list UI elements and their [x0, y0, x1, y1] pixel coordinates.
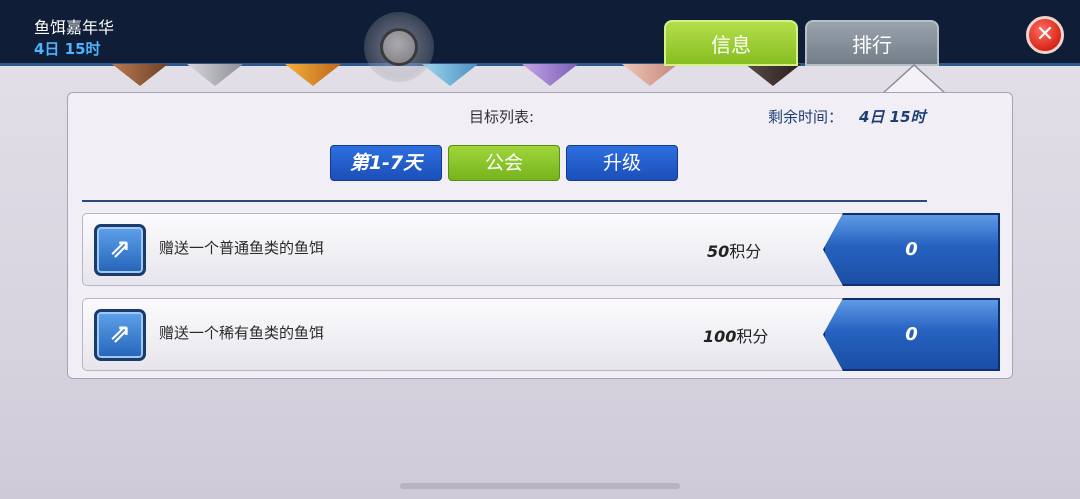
bait-item-thumbnail — [622, 64, 678, 86]
share-icon: ⇗ — [109, 319, 131, 349]
virtual-joystick[interactable] — [364, 12, 434, 82]
close-x-icon: ✕ — [1035, 22, 1055, 47]
joystick-knob[interactable] — [380, 28, 418, 66]
task-points-unit: 积分 — [729, 242, 762, 261]
tab-pointer-arrow-fill — [883, 66, 945, 94]
task-description: 赠送一个稀有鱼类的鱼饵 — [159, 324, 325, 342]
home-indicator-bar[interactable] — [400, 483, 680, 489]
task-row: ⇗ 赠送一个普通鱼类的鱼饵 50积分 0 — [82, 213, 1000, 286]
bait-item-thumbnail — [522, 64, 578, 86]
task-progress-button[interactable]: 0 — [823, 213, 1000, 286]
bait-item-thumbnail — [285, 64, 341, 86]
subtab-upgrade[interactable]: 升级 — [566, 145, 678, 181]
task-description: 赠送一个普通鱼类的鱼饵 — [159, 239, 325, 257]
tab-ranking[interactable]: 排行 — [805, 20, 939, 66]
panel-title: 目标列表: — [469, 108, 535, 126]
share-icon: ⇗ — [109, 234, 131, 264]
bait-item-thumbnail — [187, 64, 243, 86]
subtab-days[interactable]: 第1-7天 — [330, 145, 442, 181]
remaining-time-value: 4日 15时 — [859, 108, 926, 126]
close-button[interactable]: ✕ — [1026, 16, 1064, 54]
task-points: 100积分 — [703, 323, 768, 347]
bait-item-thumbnail — [422, 64, 478, 86]
goal-panel: 目标列表: 剩余时间： 4日 15时 第1-7天 公会 升级 ⇗ 赠送一个普通鱼… — [67, 92, 1013, 379]
remaining-time-label: 剩余时间： — [768, 108, 844, 126]
task-progress-button[interactable]: 0 — [823, 298, 1000, 371]
task-points-value: 100 — [703, 327, 737, 346]
divider — [82, 200, 927, 202]
tab-info[interactable]: 信息 — [664, 20, 798, 66]
event-time-remaining: 4日 15时 — [34, 40, 101, 58]
bait-item-thumbnail — [745, 64, 801, 86]
task-points-value: 50 — [707, 242, 730, 261]
bait-item-thumbnail — [112, 64, 168, 86]
subtab-guild[interactable]: 公会 — [448, 145, 560, 181]
task-row: ⇗ 赠送一个稀有鱼类的鱼饵 100积分 0 — [82, 298, 1000, 371]
share-button[interactable]: ⇗ — [94, 309, 146, 361]
event-title: 鱼饵嘉年华 — [34, 18, 115, 37]
task-points: 50积分 — [707, 238, 761, 262]
task-points-unit: 积分 — [736, 327, 769, 346]
share-button[interactable]: ⇗ — [94, 224, 146, 276]
